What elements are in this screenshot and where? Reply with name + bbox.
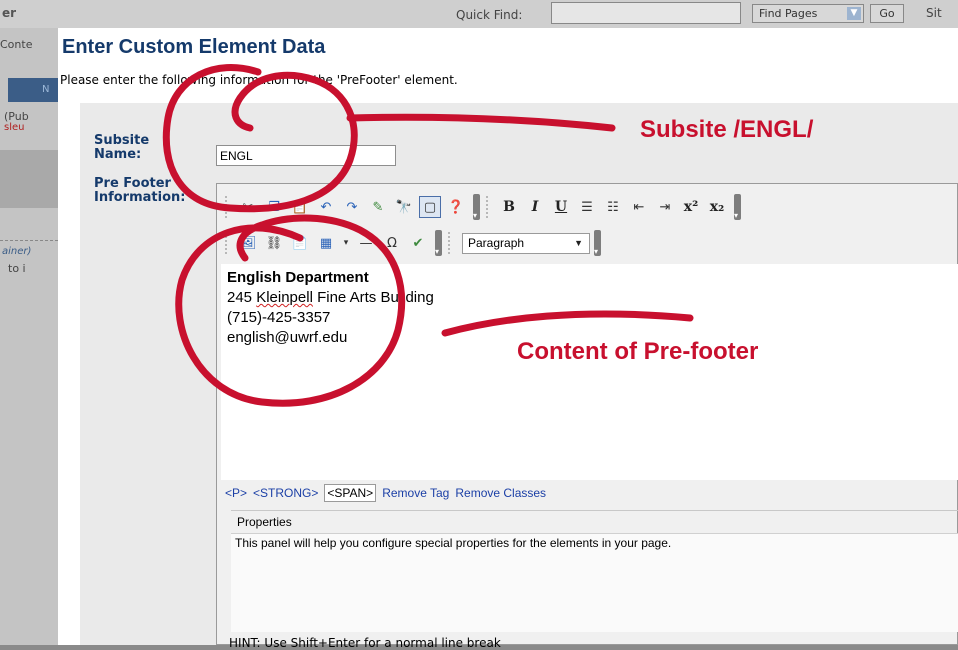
annotation-label-subsite: Subsite /ENGL/ [640,116,814,143]
editor-hint: HINT: Use Shift+Enter for a normal line … [229,636,501,650]
background-to-text: to i [8,262,26,275]
cut-icon[interactable]: ✂ [237,196,259,218]
subsite-name-input[interactable]: ENGL [216,145,396,166]
quick-find-label: Quick Find: [456,8,523,22]
chevron-down-icon: ▼ [847,7,861,20]
properties-help-text: This panel will help you configure speci… [235,536,672,550]
subsite-label-line2: Name: [94,147,142,162]
content-line-department: English Department [227,269,369,286]
bullet-list-icon[interactable]: ☷ [602,196,624,218]
background-italic-text: ainer) [2,246,32,257]
misspelled-word: Kleinpell [256,289,313,306]
copy-icon[interactable]: ❐ [263,196,285,218]
horizontal-rule-icon[interactable]: — [355,232,377,254]
find-icon[interactable]: 🔭 [393,196,415,218]
address-suffix: Fine Arts Building [312,289,434,306]
chevron-down-icon: ▼ [574,237,583,248]
background-red-text: sleu [4,122,25,133]
properties-title: Properties [237,515,292,529]
toolbar-options-button[interactable] [435,230,442,256]
dialog-subtitle: Please enter the following information f… [60,73,458,87]
background-page-title: er [2,6,17,20]
prefooter-info-label: Pre Footer Information: [94,177,185,205]
editor-content-area[interactable]: English Department 245 Kleinpell Fine Ar… [221,264,958,480]
image-icon[interactable]: 🖼 [237,232,259,254]
background-divider [0,240,58,241]
redo-icon[interactable]: ↷ [341,196,363,218]
subscript-icon[interactable]: x₂ [706,196,728,218]
table-icon[interactable]: ▦ [315,232,337,254]
content-line-address: 245 Kleinpell Fine Arts Building [227,288,953,308]
tag-breadcrumb: <P> <STRONG> <SPAN> Remove Tag Remove Cl… [225,484,546,502]
find-pages-value: Find Pages [759,7,818,20]
toolbar-grip[interactable] [448,232,454,254]
address-prefix: 245 [227,289,257,306]
toolbar-options-button[interactable] [734,194,741,220]
table-dropdown-icon[interactable]: ▾ [341,232,351,254]
tag-p[interactable]: <P> [225,486,247,500]
toolbar-grip[interactable] [225,232,231,254]
find-pages-select[interactable]: Find Pages ▼ [752,4,864,23]
prefooter-label-line1: Pre Footer [94,176,171,191]
properties-box: This panel will help you configure speci… [231,533,958,632]
special-char-icon[interactable]: Ω [381,232,403,254]
tag-span[interactable]: <SPAN> [324,484,377,502]
document-icon[interactable]: 📄 [289,232,311,254]
editor-toolbar-row1: ✂ ❐ 📋 ↶ ↷ ✎ 🔭 ▢ ❓ B I U ☰ ☷ ⇤ ⇥ x² x₂ [225,194,747,220]
properties-panel: Properties This panel will help you conf… [231,510,958,632]
bold-icon[interactable]: B [498,196,520,218]
paragraph-format-select[interactable]: Paragraph ▼ [462,232,590,254]
background-block [0,150,58,208]
select-all-icon[interactable]: ▢ [419,196,441,218]
italic-icon[interactable]: I [524,196,546,218]
toolbar-options-button[interactable] [594,230,601,256]
subsite-name-label: Subsite Name: [94,134,149,162]
editor-toolbar-row2: 🖼 ⛓ 📄 ▦ ▾ — Ω ✔ Paragraph ▼ [225,230,607,256]
remove-classes-link[interactable]: Remove Classes [455,486,546,500]
paragraph-format-value: Paragraph [468,235,525,250]
background-top-bar: er Quick Find: Find Pages ▼ Go Sit [0,0,958,29]
quick-find-input[interactable] [551,2,741,24]
spellcheck-icon[interactable]: ✔ [407,232,429,254]
ordered-list-icon[interactable]: ☰ [576,196,598,218]
remove-tag-link[interactable]: Remove Tag [382,486,449,500]
go-button[interactable]: Go [870,4,904,23]
tag-strong[interactable]: <STRONG> [253,486,318,500]
background-nav-button[interactable]: N [8,78,58,102]
annotation-label-prefooter: Content of Pre-footer [517,338,759,365]
site-link[interactable]: Sit [926,6,942,20]
paste-icon[interactable]: 📋 [289,196,311,218]
form-panel: Subsite Name: ENGL Pre Footer Informatio… [80,103,958,650]
find-replace-icon[interactable]: ✎ [367,196,389,218]
toolbar-grip[interactable] [486,196,492,218]
subsite-label-line1: Subsite [94,133,150,148]
custom-element-dialog: Enter Custom Element Data Please enter t… [58,28,958,650]
dialog-title: Enter Custom Element Data [62,36,326,58]
content-line-phone: (715)-425-3357 [227,309,331,326]
background-content-tab[interactable]: Conte [0,38,32,51]
outdent-icon[interactable]: ⇤ [628,196,650,218]
superscript-icon[interactable]: x² [680,196,702,218]
underline-icon[interactable]: U [550,196,572,218]
help-icon[interactable]: ❓ [445,196,467,218]
undo-icon[interactable]: ↶ [315,196,337,218]
rich-text-editor: ✂ ❐ 📋 ↶ ↷ ✎ 🔭 ▢ ❓ B I U ☰ ☷ ⇤ ⇥ x² x₂ [216,183,958,650]
toolbar-options-button[interactable] [473,194,480,220]
indent-icon[interactable]: ⇥ [654,196,676,218]
nav-button-label: N [42,84,50,95]
link-icon[interactable]: ⛓ [263,232,285,254]
prefooter-label-line2: Information: [94,190,186,205]
toolbar-grip[interactable] [225,196,231,218]
